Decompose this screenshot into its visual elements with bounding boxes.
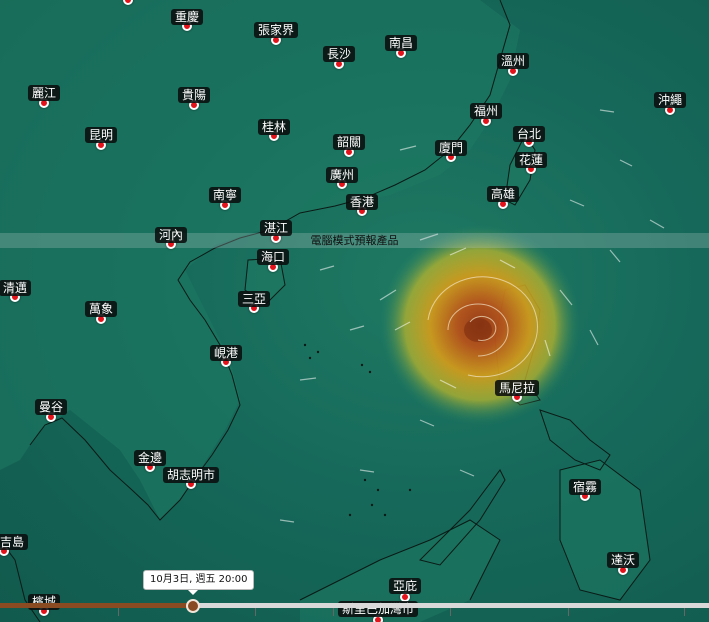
city-label: 韶關 [332,134,366,150]
city-label: 馬尼拉 [494,380,540,396]
typhoon-eye [464,318,492,342]
city-label: 花蓮 [514,152,548,168]
city-label: 廣州 [325,167,359,183]
timeline-tick [568,608,569,616]
city-label: 張家界 [253,22,299,38]
city-label: 三亞 [237,291,271,307]
timeline-tick [255,608,256,616]
city-label: 曼谷 [34,399,68,415]
city-label: /布吉島 [0,534,29,550]
timeline-tick [118,608,119,616]
model-forecast-banner: 電腦模式預報產品 [0,233,709,248]
city-label: 桂林 [257,119,291,135]
city-label: 溫州 [496,53,530,69]
city-label: 胡志明市 [162,467,220,483]
timeline-tick [684,608,685,616]
timeline-tick [450,608,451,616]
city-label: 金邊 [133,450,167,466]
city-label: 台北 [512,126,546,142]
city-label: 萬象 [84,301,118,317]
city-label: 河內 [154,227,188,243]
timeline-slider[interactable] [0,598,709,622]
city-label: 宿霧 [568,479,602,495]
city-label: 峴港 [209,345,243,361]
city-label: 南寧 [208,187,242,203]
city-label: 南昌 [384,35,418,51]
time-tooltip: 10月3日, 週五 20:00 [143,570,255,595]
city-label: 沖繩 [653,92,687,108]
city-label: 福州 [469,103,503,119]
city-label: 昆明 [84,127,118,143]
timeline-handle[interactable] [186,599,200,613]
city-label: 貴陽 [177,87,211,103]
city-label: 達沃 [606,552,640,568]
city-label: 重慶 [170,9,204,25]
city-label: 海口 [256,249,290,265]
city-label: 亞庇 [388,578,422,594]
timeline-tick [333,608,334,616]
city-label: 長沙 [322,46,356,62]
city-label: 湛江 [259,220,293,236]
city-label: 廈門 [434,140,468,156]
city-label: 麗江 [27,85,61,101]
timeline-progress [0,603,193,608]
city-label: 香港 [345,194,379,210]
city-label: 清邁 [0,280,32,296]
weather-map[interactable]: 電腦模式預報產品 重慶張家界長沙 南昌溫州麗江 貴陽 沖繩福州昆明 桂林 台北韶關 廈門花蓮… [0,0,709,622]
city-label: 高雄 [486,186,520,202]
